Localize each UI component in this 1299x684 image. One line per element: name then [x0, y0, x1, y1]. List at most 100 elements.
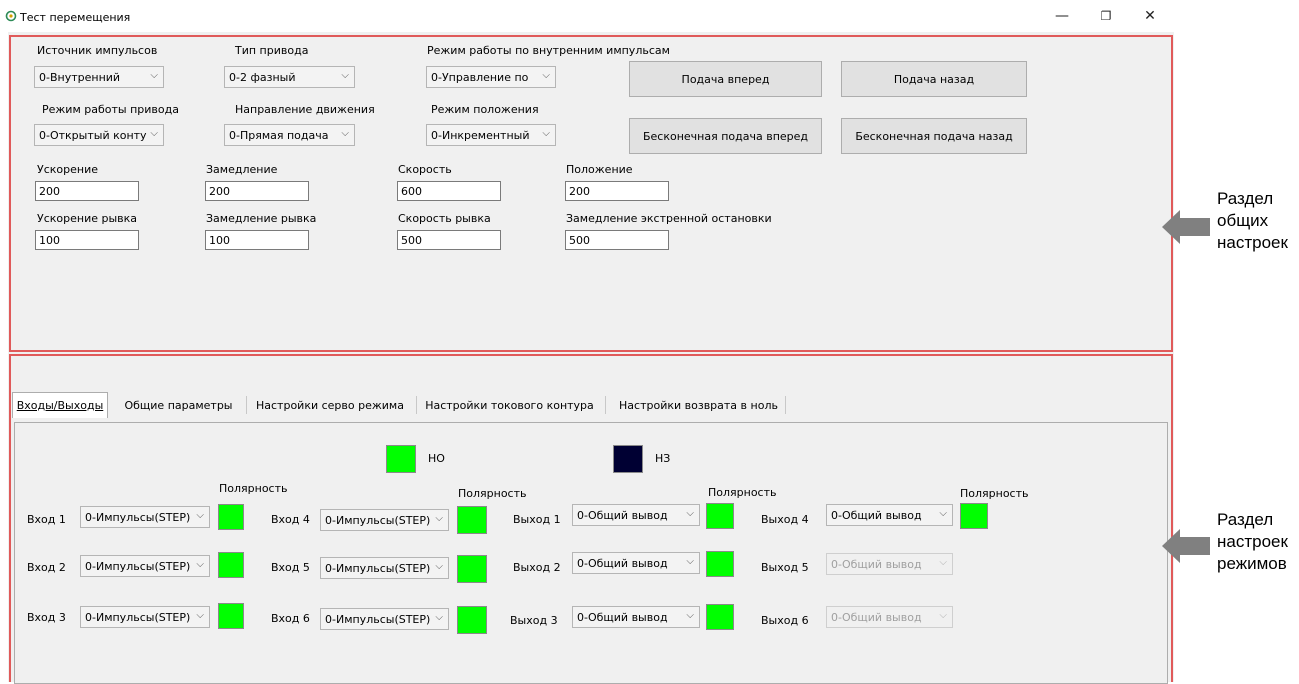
acceleration-input[interactable]: 200	[35, 181, 139, 201]
tab-separator	[416, 396, 417, 414]
output-2-label: Выход 2	[513, 561, 561, 574]
output-2-select[interactable]: 0-Общий вывод ⌵	[572, 552, 700, 574]
position-input[interactable]: 200	[565, 181, 669, 201]
output-5-label: Выход 5	[761, 561, 809, 574]
input-1-label: Вход 1	[27, 513, 66, 526]
input-6-label: Вход 6	[271, 612, 310, 625]
output-6-value: 0-Общий вывод	[831, 611, 922, 624]
tab-servo-settings[interactable]: Настройки серво режима	[248, 392, 412, 418]
deceleration-input[interactable]: 200	[205, 181, 309, 201]
output-1-label: Выход 1	[513, 513, 561, 526]
jerk-speed-label: Скорость рывка	[398, 212, 491, 225]
modes-caption-line-1: Раздел	[1217, 510, 1274, 529]
output-4-value: 0-Общий вывод	[831, 509, 922, 522]
title-bar: Тест перемещения — ❐ ✕	[0, 0, 1174, 32]
drive-type-label: Тип привода	[235, 44, 309, 57]
chevron-down-icon: ⌵	[341, 70, 349, 81]
input-5-label: Вход 5	[271, 561, 310, 574]
position-label: Положение	[566, 163, 633, 176]
input-4-select[interactable]: 0-Импульсы(STEP) ⌵	[320, 509, 449, 531]
nz-legend-swatch	[613, 445, 643, 473]
input-3-polarity-toggle[interactable]	[218, 603, 244, 629]
polarity-header-3: Полярность	[708, 486, 777, 499]
direction-select[interactable]: 0-Прямая подача ⌵	[224, 124, 355, 146]
output-4-polarity-toggle[interactable]	[960, 503, 988, 529]
input-1-select[interactable]: 0-Импульсы(STEP) ⌵	[80, 506, 210, 528]
position-value: 200	[569, 185, 590, 198]
position-mode-label: Режим положения	[431, 103, 539, 116]
app-window: Тест перемещения — ❐ ✕ Источник импульсо…	[0, 0, 1174, 684]
chevron-down-icon: ⌵	[196, 610, 204, 621]
drive-mode-label: Режим работы привода	[42, 103, 179, 116]
output-1-value: 0-Общий вывод	[577, 509, 668, 522]
input-6-select[interactable]: 0-Импульсы(STEP) ⌵	[320, 608, 449, 630]
tab-io[interactable]: Входы/Выходы	[12, 392, 108, 418]
feed-forward-button[interactable]: Подача вперед	[629, 61, 822, 97]
chevron-down-icon: ⌵	[939, 610, 947, 621]
input-1-polarity-toggle[interactable]	[218, 504, 244, 530]
output-3-value: 0-Общий вывод	[577, 611, 668, 624]
jerk-decel-input[interactable]: 100	[205, 230, 309, 250]
input-4-polarity-toggle[interactable]	[457, 506, 487, 534]
jerk-accel-input[interactable]: 100	[35, 230, 139, 250]
jerk-decel-label: Замедление рывка	[206, 212, 317, 225]
general-caption-line-2: общих	[1217, 211, 1269, 230]
no-legend-label: НО	[428, 452, 445, 465]
input-2-polarity-toggle[interactable]	[218, 552, 244, 578]
chevron-down-icon: ⌵	[196, 559, 204, 570]
chevron-down-icon: ⌵	[686, 508, 694, 519]
modes-section-caption: Раздел настроек режимов	[1217, 509, 1288, 575]
gear-app-icon	[5, 10, 17, 22]
acceleration-label: Ускорение	[37, 163, 98, 176]
internal-mode-value: 0-Управление по	[431, 71, 529, 84]
estop-decel-input[interactable]: 500	[565, 230, 669, 250]
input-6-polarity-toggle[interactable]	[457, 606, 487, 634]
output-1-select[interactable]: 0-Общий вывод ⌵	[572, 504, 700, 526]
infinite-forward-button[interactable]: Бесконечная подача вперед	[629, 118, 822, 154]
arrow-left-icon	[1162, 529, 1210, 563]
speed-label: Скорость	[398, 163, 452, 176]
infinite-back-button[interactable]: Бесконечная подача назад	[841, 118, 1027, 154]
output-2-polarity-toggle[interactable]	[706, 551, 734, 577]
direction-label: Направление движения	[235, 103, 375, 116]
output-3-select[interactable]: 0-Общий вывод ⌵	[572, 606, 700, 628]
feed-back-button[interactable]: Подача назад	[841, 61, 1027, 97]
restore-button[interactable]: ❐	[1084, 0, 1128, 32]
chevron-down-icon: ⌵	[435, 561, 443, 572]
drive-type-value: 0-2 фазный	[229, 71, 296, 84]
close-button[interactable]: ✕	[1128, 0, 1172, 32]
output-3-polarity-toggle[interactable]	[706, 604, 734, 630]
chevron-down-icon: ⌵	[196, 510, 204, 521]
tab-homing-settings[interactable]: Настройки возврата в ноль	[607, 392, 790, 418]
position-mode-select[interactable]: 0-Инкрементный ⌵	[426, 124, 556, 146]
output-1-polarity-toggle[interactable]	[706, 503, 734, 529]
tab-general-params[interactable]: Общие параметры	[116, 392, 241, 418]
input-5-select[interactable]: 0-Импульсы(STEP) ⌵	[320, 557, 449, 579]
output-6-select[interactable]: 0-Общий вывод ⌵	[826, 606, 953, 628]
input-5-polarity-toggle[interactable]	[457, 555, 487, 583]
chevron-down-icon: ⌵	[150, 70, 158, 81]
arrow-left-icon	[1162, 210, 1210, 244]
internal-mode-select[interactable]: 0-Управление по ⌵	[426, 66, 556, 88]
drive-mode-select[interactable]: 0-Открытый конту ⌵	[34, 124, 164, 146]
jerk-speed-input[interactable]: 500	[397, 230, 501, 250]
tab-current-loop[interactable]: Настройки токового контура	[418, 392, 601, 418]
output-5-select[interactable]: 0-Общий вывод ⌵	[826, 553, 953, 575]
general-caption-line-1: Раздел	[1217, 189, 1274, 208]
chevron-down-icon: ⌵	[542, 128, 550, 139]
jerk-accel-label: Ускорение рывка	[37, 212, 138, 225]
window-title: Тест перемещения	[20, 11, 131, 24]
input-2-label: Вход 2	[27, 561, 66, 574]
minimize-button[interactable]: —	[1040, 0, 1084, 32]
output-4-select[interactable]: 0-Общий вывод ⌵	[826, 504, 953, 526]
chevron-down-icon: ⌵	[686, 610, 694, 621]
input-2-select[interactable]: 0-Импульсы(STEP) ⌵	[80, 555, 210, 577]
modes-caption-line-2: настроек	[1217, 532, 1288, 551]
input-3-select[interactable]: 0-Импульсы(STEP) ⌵	[80, 606, 210, 628]
pulse-source-value: 0-Внутренний	[39, 71, 121, 84]
chevron-down-icon: ⌵	[150, 128, 158, 139]
pulse-source-select[interactable]: 0-Внутренний ⌵	[34, 66, 164, 88]
drive-type-select[interactable]: 0-2 фазный ⌵	[224, 66, 355, 88]
speed-input[interactable]: 600	[397, 181, 501, 201]
input-4-label: Вход 4	[271, 513, 310, 526]
